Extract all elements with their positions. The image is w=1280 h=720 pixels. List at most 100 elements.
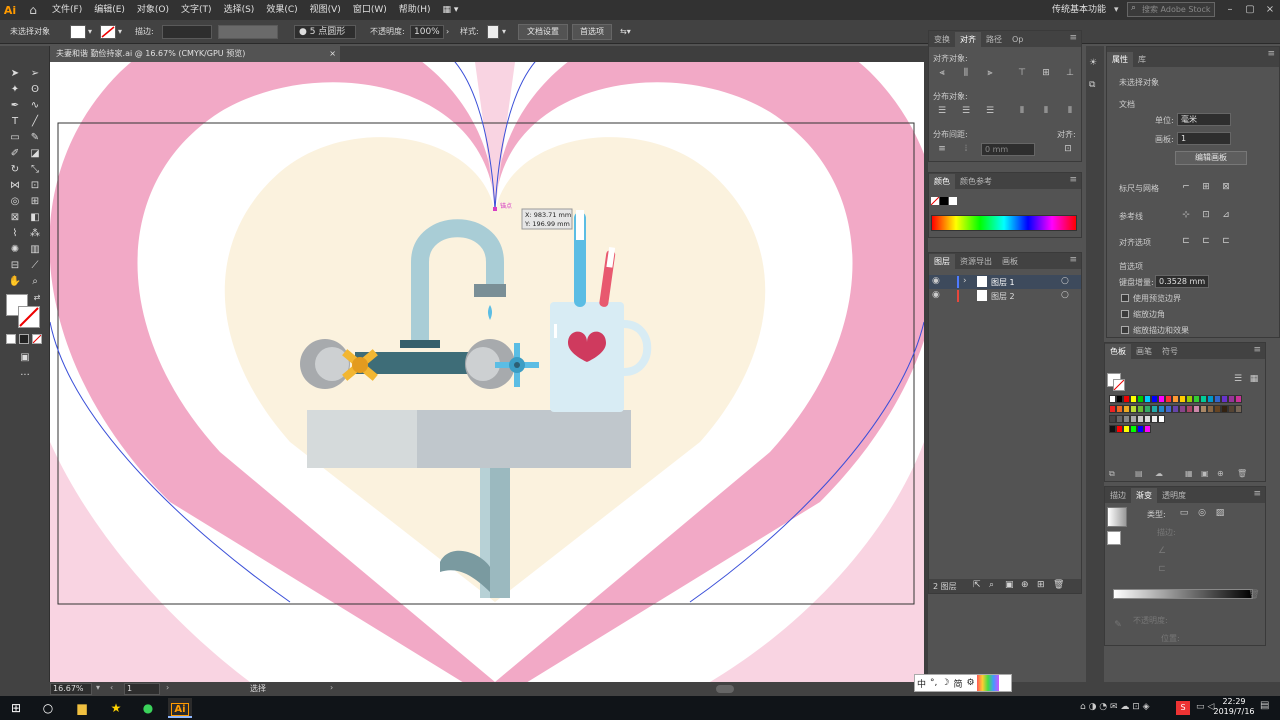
export-icon[interactable]: ⇱ [973,580,981,590]
keyboard-increment-field[interactable]: 0.3528 mm [1155,275,1209,288]
layer-row-2[interactable]: ◉ 图层 2 ○ [929,289,1081,303]
swatch[interactable] [1137,405,1144,413]
delete-swatch-icon[interactable]: 🗑 [1237,469,1247,478]
swatch[interactable] [1137,395,1144,403]
swatch[interactable] [1123,405,1130,413]
swatch[interactable] [1200,405,1207,413]
swatch[interactable] [1186,405,1193,413]
show-guides-icon[interactable]: ⊹ [1179,209,1193,221]
distribute-bottom-icon[interactable]: ☰ [983,105,997,117]
ime-toolbar[interactable]: 中 °, ☽ 简 ⚙ [914,674,1012,692]
notification-icon[interactable]: ▤ [1260,700,1274,716]
preferences-button[interactable]: 首选项 [572,24,612,40]
gradient-thumbnail[interactable] [1107,507,1127,527]
tab-swatches[interactable]: 色板 [1105,344,1131,359]
align-top-icon[interactable]: ⊤ [1015,67,1029,79]
layer-name[interactable]: 图层 1 [991,277,1015,288]
swatch[interactable] [1151,395,1158,403]
show-kind-icon[interactable]: ▤ [1135,469,1143,478]
visibility-eye-icon[interactable]: ◉ [932,290,940,300]
gradient-mode-icon[interactable] [19,334,29,344]
none-color-swatch[interactable] [930,196,940,206]
swatch[interactable] [1207,405,1214,413]
swatch[interactable] [1137,425,1144,433]
home-icon[interactable]: ⌂ [20,0,46,20]
rotate-tool-icon[interactable]: ↻ [6,162,24,178]
ruler-icon[interactable]: ⌐ [1179,181,1193,193]
distribute-top-icon[interactable]: ☰ [935,105,949,117]
tab-gradient[interactable]: 渐变 [1131,488,1157,503]
blend-tool-icon[interactable]: ⁂ [26,226,44,242]
panel-menu-icon[interactable]: ≡ [1069,175,1077,185]
opacity-field[interactable]: 100% [410,25,444,39]
stock-search-input[interactable]: 搜索 Adobe Stock [1127,2,1215,17]
brush-definition[interactable]: ● 5 点圆形 [294,25,356,39]
radial-gradient-icon[interactable]: ◎ [1195,507,1209,519]
tab-layers[interactable]: 图层 [929,254,955,269]
tab-libraries[interactable]: 库 [1133,52,1151,67]
swatch[interactable] [1144,425,1151,433]
swatch[interactable] [1123,425,1130,433]
swatch[interactable] [1151,405,1158,413]
swatch[interactable] [1172,405,1179,413]
swatch[interactable] [1116,395,1123,403]
swatch[interactable] [1235,395,1242,403]
zoom-field[interactable]: 16.67% [50,683,92,695]
swatch-grid[interactable] [1109,395,1249,455]
units-select[interactable]: 毫米 [1177,113,1231,126]
style-chevron-icon[interactable]: ▾ [502,25,506,39]
document-setup-button[interactable]: 文档设置 [518,24,568,40]
anchor-point[interactable] [493,207,497,211]
ime-skin-icon[interactable] [976,675,999,691]
swatch[interactable] [1193,395,1200,403]
swatch[interactable] [1109,415,1116,423]
swatch[interactable] [1193,405,1200,413]
distribute-vspace-icon[interactable]: ≡ [935,143,949,155]
align-left-icon[interactable]: ⫷ [935,67,949,79]
swatch[interactable] [1228,395,1235,403]
stroke-color-swatch[interactable] [18,306,40,328]
current-stroke-swatch[interactable] [1113,379,1125,391]
grid-view-icon[interactable]: ▦ [1247,373,1261,385]
swatch[interactable] [1200,395,1207,403]
align-to-icon[interactable]: ⊡ [1061,143,1075,155]
swatch[interactable] [1130,405,1137,413]
panel-menu-icon[interactable]: ≡ [1253,345,1261,355]
distribute-hspace-icon[interactable]: ⦙ [959,143,973,155]
curvature-tool-icon[interactable]: ∿ [26,98,44,114]
paintbrush-tool-icon[interactable]: ✎ [26,130,44,146]
grid-icon[interactable]: ⊞ [1199,181,1213,193]
white-color-swatch[interactable] [949,197,957,205]
menu-view[interactable]: 视图(V) [304,0,347,20]
menu-file[interactable]: 文件(F) [46,0,88,20]
swatch[interactable] [1116,405,1123,413]
shape-builder-tool-icon[interactable]: ◎ [6,194,24,210]
clock[interactable]: 22:29 2019/7/16 [1212,697,1256,717]
pen-tool-icon[interactable]: ✒ [6,98,24,114]
hand-tool-icon[interactable]: ✋ [6,274,24,290]
eyedropper-tool-icon[interactable]: ⌇ [6,226,24,242]
swatch[interactable] [1158,405,1165,413]
align-right-icon[interactable]: ⫸ [983,67,997,79]
swatch[interactable] [1109,405,1116,413]
free-transform-tool-icon[interactable]: ⊡ [26,178,44,194]
swatch[interactable] [1144,395,1151,403]
zoom-chevron-icon[interactable]: ▾ [96,683,100,692]
spacing-field[interactable]: 0 mm [981,143,1035,156]
edit-artboards-button[interactable]: 编辑画板 [1175,151,1247,165]
variable-width-profile[interactable] [218,25,278,39]
scale-strokes-checkbox[interactable] [1121,326,1129,334]
horizontal-scrollbar-thumb[interactable] [716,685,734,693]
swatch[interactable] [1214,395,1221,403]
tray-icons[interactable]: ⌂ ◑ ◔ ✉ ☁ ⊡ ◈ [1080,702,1150,712]
target-icon[interactable]: ○ [1061,276,1069,286]
type-tool-icon[interactable]: T [6,114,24,130]
swatch[interactable] [1165,405,1172,413]
perspective-grid-tool-icon[interactable]: ⊞ [26,194,44,210]
next-artboard-icon[interactable]: › [166,683,169,692]
delete-stop-icon[interactable]: 🗑 [1247,589,1261,601]
ime-moon-icon[interactable]: ☽ [939,678,951,688]
tab-close-icon[interactable]: × [329,46,336,62]
fill-chevron-icon[interactable]: ▾ [88,25,92,39]
panel-menu-icon[interactable]: ≡ [1069,255,1077,265]
